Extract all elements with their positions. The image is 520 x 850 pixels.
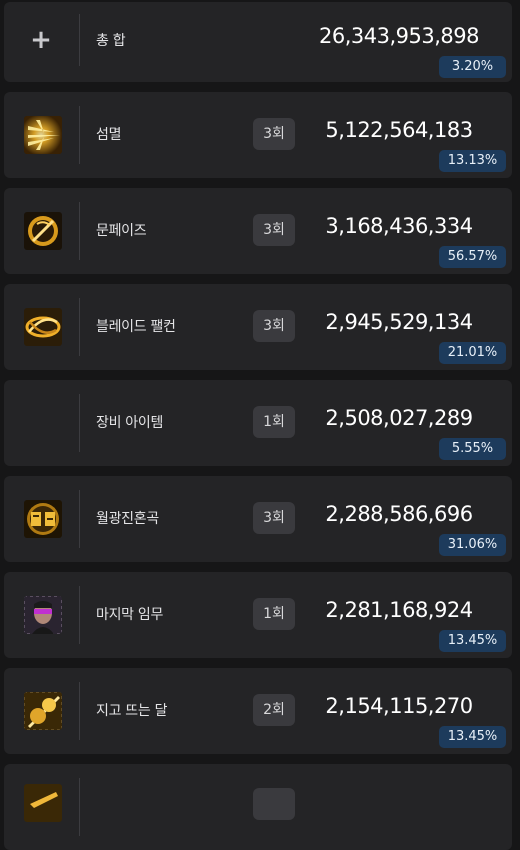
moon-phase-skill-icon — [24, 212, 62, 250]
hit-count-badge: 1회 — [253, 598, 295, 630]
skill-row[interactable]: 블레이드 팰컨 3회 2,945,529,134 21.01% — [4, 284, 512, 370]
skill-percent-badge: 13.13% — [439, 150, 506, 172]
skill-row[interactable] — [4, 764, 512, 850]
skill-row[interactable]: 섬멸 3회 5,122,564,183 13.13% — [4, 92, 512, 178]
skill-name: 장비 아이템 — [96, 415, 164, 431]
plus-icon[interactable]: + — [30, 24, 52, 56]
skill-name: 문페이즈 — [96, 223, 147, 239]
hit-count-badge: 3회 — [253, 502, 295, 534]
skill-damage-value: 2,508,027,289 — [325, 406, 473, 430]
skill-damage-value: 2,154,115,270 — [325, 694, 473, 718]
hit-count-badge: 3회 — [253, 310, 295, 342]
skill-row[interactable]: 장비 아이템 1회 2,508,027,289 5.55% — [4, 380, 512, 466]
divider — [79, 490, 80, 548]
hit-count-badge — [253, 788, 295, 820]
divider — [79, 394, 80, 452]
setting-rising-moon-skill-icon — [24, 692, 62, 730]
skill-name: 블레이드 팰컨 — [96, 319, 176, 335]
divider — [79, 106, 80, 164]
hit-count-badge: 3회 — [253, 118, 295, 150]
divider — [79, 298, 80, 356]
hit-count-badge: 1회 — [253, 406, 295, 438]
skill-name: 섬멸 — [96, 127, 122, 143]
divider — [79, 682, 80, 740]
blade-falcon-skill-icon — [24, 308, 62, 346]
skill-percent-badge: 13.45% — [439, 726, 506, 748]
skill-percent-badge: 5.55% — [439, 438, 506, 460]
divider — [79, 202, 80, 260]
annihilation-skill-icon — [24, 116, 62, 154]
skill-percent-badge: 13.45% — [439, 630, 506, 652]
moonlight-requiem-skill-icon — [24, 500, 62, 538]
total-label: 총 합 — [96, 33, 126, 49]
skill-name: 마지막 임무 — [96, 607, 164, 623]
skill-row[interactable]: 월광진혼곡 3회 2,288,586,696 31.06% — [4, 476, 512, 562]
skill-damage-value: 5,122,564,183 — [325, 118, 473, 142]
skill-damage-value: 2,945,529,134 — [325, 310, 473, 334]
skill-damage-value: 3,168,436,334 — [325, 214, 473, 238]
skill-percent-badge: 21.01% — [439, 342, 506, 364]
skill-row[interactable]: 문페이즈 3회 3,168,436,334 56.57% — [4, 188, 512, 274]
divider — [79, 586, 80, 644]
skill-row[interactable]: 지고 뜨는 달 2회 2,154,115,270 13.45% — [4, 668, 512, 754]
skill-damage-value: 2,281,168,924 — [325, 598, 473, 622]
divider — [79, 14, 80, 66]
last-mission-skill-icon — [24, 596, 62, 634]
total-percent-badge: 3.20% — [439, 56, 506, 78]
skill-name: 지고 뜨는 달 — [96, 703, 168, 719]
skill-name: 월광진혼곡 — [96, 511, 159, 527]
hit-count-badge: 3회 — [253, 214, 295, 246]
hit-count-badge: 2회 — [253, 694, 295, 726]
divider — [79, 778, 80, 836]
skill-damage-value: 2,288,586,696 — [325, 502, 473, 526]
total-row[interactable]: + 총 합 26,343,953,898 3.20% — [4, 2, 512, 82]
skill-percent-badge: 31.06% — [439, 534, 506, 556]
skill-percent-badge: 56.57% — [439, 246, 506, 268]
partial-skill-icon — [24, 784, 62, 822]
skill-row[interactable]: 마지막 임무 1회 2,281,168,924 13.45% — [4, 572, 512, 658]
total-value: 26,343,953,898 — [319, 24, 480, 48]
